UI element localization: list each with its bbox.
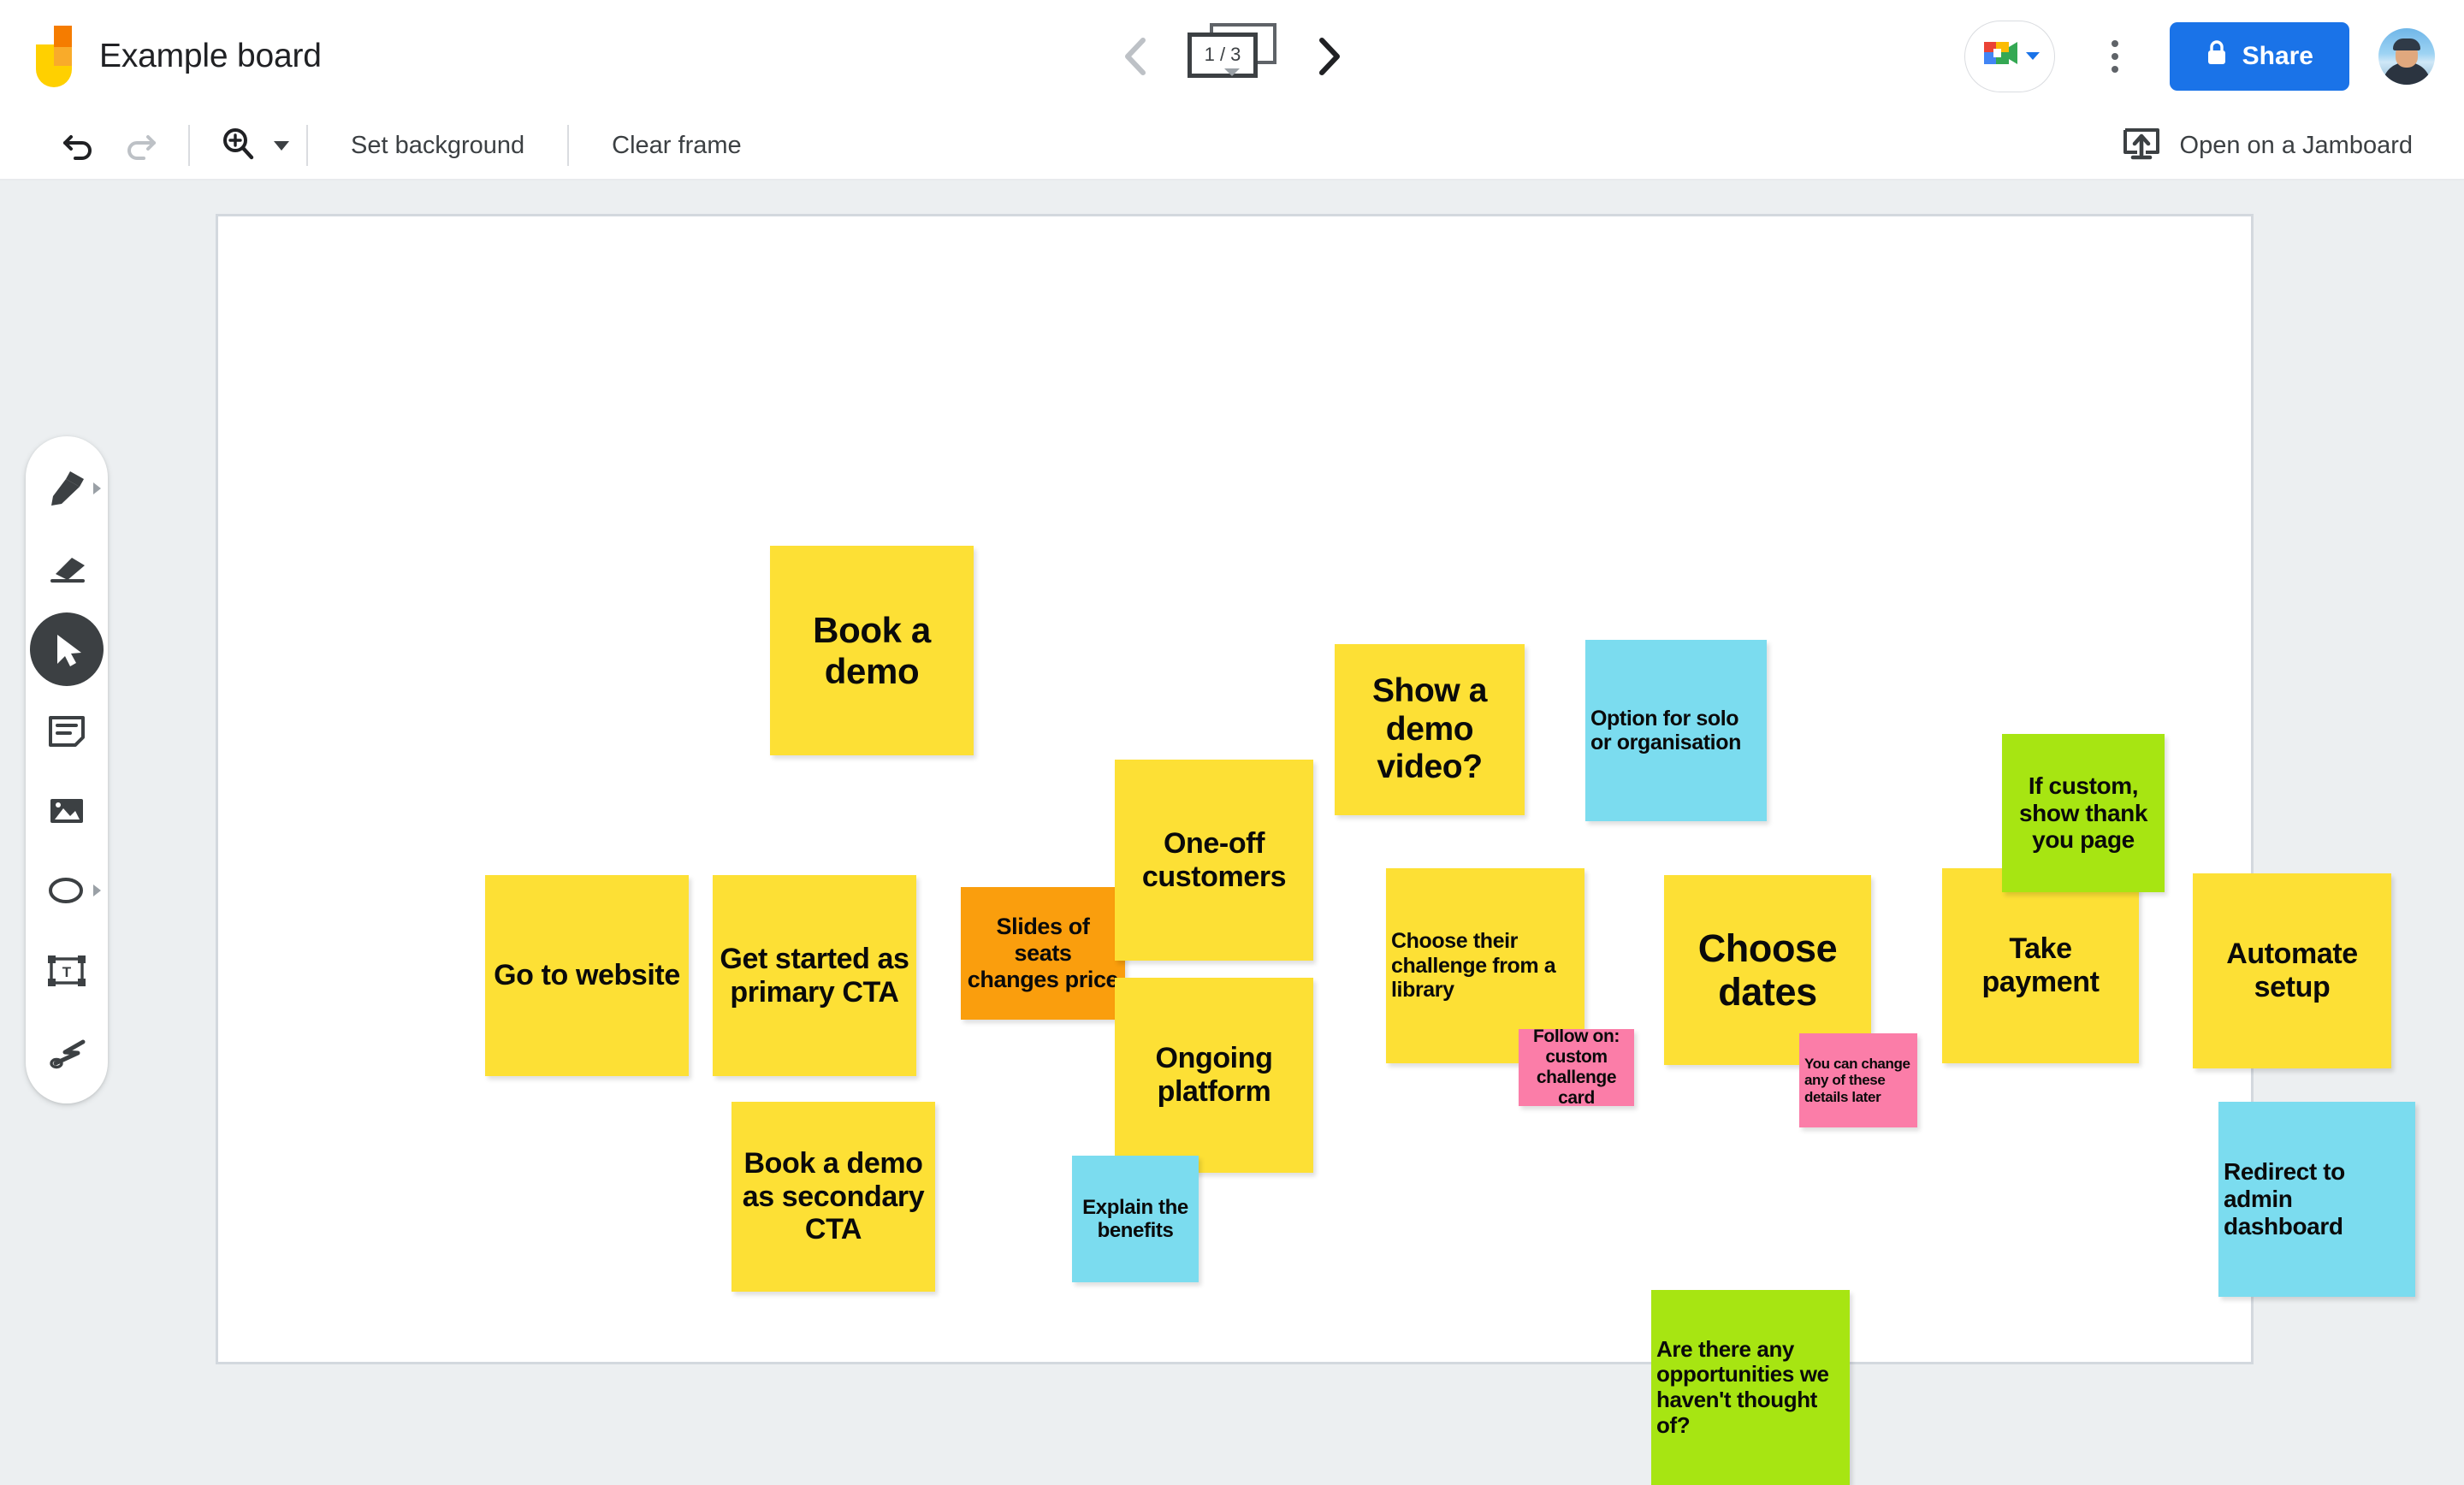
zoom-dropdown-caret-icon[interactable]	[274, 140, 289, 151]
kebab-dot	[2111, 52, 2118, 60]
note-automate-setup[interactable]: Automate setup	[2193, 873, 2391, 1068]
zoom-in-icon	[219, 125, 257, 167]
share-button[interactable]: Share	[2169, 21, 2349, 91]
sticky-note-tool[interactable]	[30, 693, 104, 766]
secondary-toolbar: Set background Clear frame Open on a Jam…	[0, 112, 2464, 180]
top-right-controls: Share	[1964, 0, 2435, 112]
sticky-note-text: Get started as primary CTA	[720, 942, 909, 1009]
google-meet-button[interactable]	[1964, 20, 2055, 92]
more-options-button[interactable]	[2079, 21, 2151, 92]
sticky-note-text: Ongoing platform	[1155, 1042, 1273, 1108]
shape-submenu-arrow-icon[interactable]	[93, 884, 101, 896]
pen-submenu-arrow-icon[interactable]	[93, 482, 101, 494]
sticky-note-text: Are there any opportunities we haven't t…	[1656, 1335, 1829, 1438]
sticky-note-text: Slides of seats changes price	[967, 914, 1119, 992]
prev-frame-button[interactable]	[1112, 33, 1158, 80]
top-app-bar: Example board 1 / 3 Share	[0, 0, 2464, 112]
note-take-payment[interactable]: Take payment	[1942, 868, 2139, 1063]
sticky-note-text: Choose their challenge from a library	[1391, 929, 1556, 1003]
note-redirect-admin-dash[interactable]: Redirect to admin dashboard	[2218, 1102, 2415, 1297]
note-ongoing-platform[interactable]: Ongoing platform	[1115, 978, 1313, 1173]
redo-icon	[121, 125, 159, 167]
note-slides-of-seats[interactable]: Slides of seats changes price	[961, 887, 1125, 1020]
note-one-off-customers[interactable]: One-off customers	[1115, 760, 1313, 961]
note-get-started-primary-cta[interactable]: Get started as primary CTA	[713, 875, 916, 1076]
share-button-label: Share	[2242, 41, 2313, 70]
image-tool[interactable]	[30, 773, 104, 847]
sticky-note-text: Follow on: custom challenge card	[1533, 1029, 1620, 1106]
jamboard-canvas[interactable]: Book a demo Go to website Get started as p…	[216, 214, 2415, 1485]
page-title[interactable]: Example board	[99, 38, 322, 75]
undo-button[interactable]	[48, 115, 110, 176]
svg-text:T: T	[62, 964, 72, 980]
sticky-note-text: Explain the benefits	[1082, 1195, 1188, 1242]
frame-counter-label: 1 / 3	[1188, 32, 1258, 78]
note-explain-the-benefits[interactable]: Explain the benefits	[1072, 1156, 1199, 1282]
sticky-note-text: Book a demo as secondary CTA	[742, 1146, 925, 1246]
next-frame-button[interactable]	[1306, 33, 1352, 80]
open-on-jamboard-label: Open on a Jamboard	[2179, 131, 2413, 159]
note-option-solo-or-org[interactable]: Option for solo or organisation	[1585, 640, 1767, 821]
avatar[interactable]	[2378, 27, 2435, 85]
sticky-note-text: You can change any of these details late…	[1804, 1055, 1910, 1105]
undo-icon	[60, 125, 98, 167]
toolbar-divider	[188, 125, 190, 166]
sticky-note-text: One-off customers	[1141, 826, 1287, 893]
note-book-demo-secondary-cta[interactable]: Book a demo as secondary CTA	[732, 1102, 935, 1292]
toolbar-divider	[306, 125, 308, 166]
jamboard-logo-icon	[36, 25, 72, 87]
text-box-tool[interactable]: T	[30, 934, 104, 1008]
laser-pointer-tool[interactable]	[30, 1015, 104, 1088]
sticky-note-text: Automate setup	[2226, 938, 2358, 1003]
kebab-dot	[2111, 39, 2118, 47]
note-any-opportunities[interactable]: Are there any opportunities we haven't t…	[1651, 1290, 1850, 1485]
toolbar-divider	[567, 125, 570, 166]
select-tool[interactable]	[30, 612, 104, 686]
redo-button[interactable]	[110, 115, 171, 176]
note-if-custom-thank-you[interactable]: If custom, show thank you page	[2002, 734, 2165, 892]
eraser-tool[interactable]	[30, 532, 104, 606]
sticky-note-text: Redirect to admin dashboard	[2224, 1158, 2345, 1239]
sticky-note-text: If custom, show thank you page	[2018, 772, 2147, 854]
shape-tool[interactable]	[30, 854, 104, 927]
sticky-note-text: Take payment	[1981, 932, 2100, 998]
pen-tool[interactable]	[30, 452, 104, 525]
chevron-down-icon	[2025, 52, 2040, 60]
cast-to-jamboard-icon	[2122, 126, 2161, 166]
open-on-jamboard-button[interactable]: Open on a Jamboard	[2122, 126, 2413, 166]
set-background-button[interactable]: Set background	[325, 132, 550, 160]
note-change-details-later[interactable]: You can change any of these details late…	[1799, 1033, 1917, 1127]
clear-frame-button[interactable]: Clear frame	[586, 132, 767, 160]
sticky-note-text: Go to website	[494, 959, 680, 992]
tool-palette: T	[26, 436, 108, 1103]
frame-navigation: 1 / 3	[1112, 0, 1352, 112]
zoom-in-button[interactable]	[207, 115, 269, 176]
note-follow-on-custom-card[interactable]: Follow on: custom challenge card	[1519, 1029, 1634, 1106]
note-show-a-demo-video[interactable]: Show a demo video?	[1335, 644, 1525, 815]
chevron-down-icon[interactable]	[1224, 68, 1240, 76]
kebab-dot	[2111, 65, 2118, 73]
sticky-note-text: Book a demo	[813, 609, 931, 691]
brand-area: Example board	[36, 25, 322, 87]
sticky-note-text: Show a demo video?	[1371, 672, 1488, 786]
lock-icon	[2206, 39, 2228, 74]
sticky-note-text: Option for solo or organisation	[1590, 706, 1741, 755]
frame-counter[interactable]: 1 / 3	[1188, 22, 1276, 90]
note-go-to-website[interactable]: Go to website	[485, 875, 689, 1076]
google-meet-icon	[1980, 37, 2021, 75]
note-book-a-demo[interactable]: Book a demo	[770, 546, 974, 755]
sticky-note-text: Choose dates	[1697, 926, 1838, 1014]
